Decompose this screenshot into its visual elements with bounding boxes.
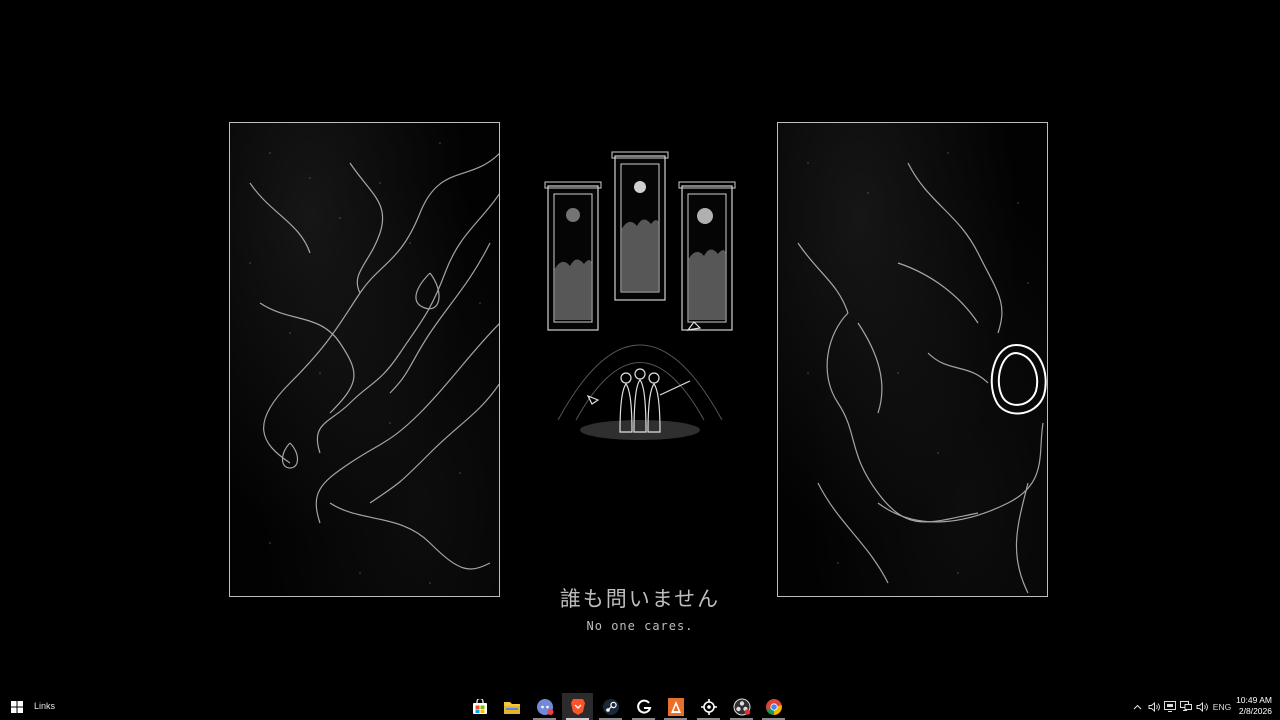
steelseries-icon xyxy=(700,698,717,715)
taskbar-app-brave[interactable] xyxy=(562,693,593,720)
wallpaper-right-panel xyxy=(777,122,1048,597)
tray-language[interactable]: ENG xyxy=(1211,693,1233,720)
tray-audio-device[interactable] xyxy=(1146,693,1161,720)
monitor-app-icon xyxy=(1163,701,1176,712)
tray-clock[interactable]: 10:49 AM 2/8/2026 xyxy=(1236,695,1272,717)
taskbar-app-steelseries[interactable] xyxy=(693,693,724,720)
tray-network[interactable] xyxy=(1178,693,1193,720)
wallpaper-caption-japanese: 誰も問いません xyxy=(559,587,721,611)
discord-icon xyxy=(536,698,553,715)
wallpaper-center-illustration xyxy=(538,120,742,465)
links-toolbar[interactable]: Links xyxy=(34,693,55,720)
steam-icon xyxy=(602,698,619,715)
taskbar-app-obs[interactable] xyxy=(726,693,757,720)
taskbar-app-aseprite[interactable] xyxy=(660,693,691,720)
taskbar-app-store[interactable] xyxy=(464,693,495,720)
brave-icon xyxy=(570,698,585,715)
taskbar-app-logitech-g-hub[interactable] xyxy=(628,693,659,720)
wallpaper-caption-english: No one cares. xyxy=(586,619,694,633)
network-icon xyxy=(1179,701,1192,711)
chrome-icon xyxy=(765,698,782,715)
chevron-up-icon xyxy=(1133,704,1142,709)
taskbar-app-chrome[interactable] xyxy=(758,693,789,720)
wallpaper-left-panel xyxy=(229,122,500,597)
logitech-g-icon xyxy=(636,699,651,714)
obs-icon xyxy=(733,698,750,715)
taskbar-app-steam[interactable] xyxy=(595,693,626,720)
windows-logo-icon xyxy=(10,700,23,713)
tray-volume[interactable] xyxy=(1194,693,1209,720)
clock-time: 10:49 AM xyxy=(1236,695,1272,705)
volume-icon xyxy=(1196,701,1208,712)
desktop-wallpaper: 誰も問いません No one cares. xyxy=(0,0,1280,693)
taskbar-app-file-explorer[interactable] xyxy=(496,693,527,720)
store-icon xyxy=(472,698,487,714)
tray-app-icon[interactable] xyxy=(1162,693,1177,720)
speaker-icon xyxy=(1148,701,1160,712)
taskbar: Links ENG 10:49 AM 2/8/2026 xyxy=(0,693,1280,720)
start-button[interactable] xyxy=(0,693,33,720)
clock-date: 2/8/2026 xyxy=(1238,706,1272,716)
taskbar-app-discord[interactable] xyxy=(529,693,560,720)
tray-overflow-button[interactable] xyxy=(1131,693,1144,720)
aseprite-icon xyxy=(667,697,684,716)
folder-icon xyxy=(503,701,520,714)
